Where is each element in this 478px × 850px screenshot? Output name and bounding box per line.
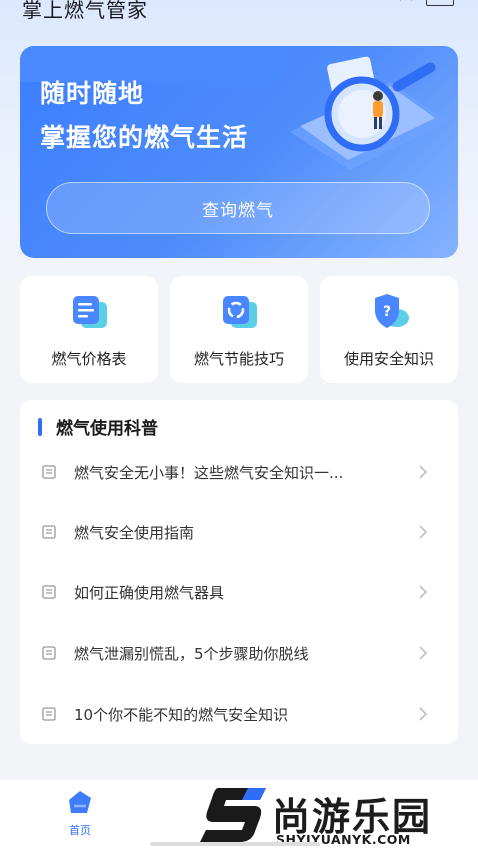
nav-home-label: 首页 <box>69 824 91 837</box>
price-list-icon <box>73 296 107 328</box>
document-icon <box>42 585 56 599</box>
watermark: 尚游乐园 SHYIYUANYK.COM <box>198 784 478 850</box>
home-indicator <box>150 842 320 846</box>
articles-header: 燃气使用科普 <box>38 414 158 439</box>
query-gas-button[interactable]: 查询燃气 <box>46 182 430 234</box>
chevron-right-icon <box>419 465 428 479</box>
document-icon <box>42 707 56 721</box>
hero-headline-2: 掌握您的燃气生活 <box>40 123 249 152</box>
card-energy-saving[interactable]: 燃气节能技巧 <box>170 276 308 383</box>
chevron-right-icon <box>419 525 428 539</box>
battery-icon <box>426 0 454 6</box>
nav-home-tab[interactable]: 首页 <box>52 788 108 844</box>
chevron-right-icon <box>419 585 428 599</box>
article-title: 燃气安全使用指南 <box>74 523 195 542</box>
card-gas-price[interactable]: 燃气价格表 <box>20 276 158 383</box>
section-accent-bar <box>38 417 42 436</box>
chevron-right-icon <box>419 707 428 721</box>
document-icon <box>42 465 56 479</box>
magnifier-illustration-icon <box>290 56 448 170</box>
card-label: 使用安全知识 <box>343 350 434 368</box>
shield-question-icon: ? <box>375 294 409 328</box>
card-safety-knowledge[interactable]: ? 使用安全知识 <box>320 276 458 383</box>
recycle-icon <box>223 296 257 328</box>
article-title: 燃气安全无小事！这些燃气安全知识一... <box>74 463 344 482</box>
hero-banner: 随时随地 掌握您的燃气生活 查询燃气 <box>20 46 458 258</box>
article-title: 燃气泄漏别慌乱，5个步骤助你脱线 <box>74 644 309 663</box>
chevron-right-icon <box>419 646 428 660</box>
app-title: 掌上燃气管家 <box>22 0 148 22</box>
document-icon <box>42 646 56 660</box>
svg-text:?: ? <box>383 304 391 320</box>
article-row[interactable]: 10个你不能不知的燃气安全知识 <box>20 694 458 734</box>
document-icon <box>42 525 56 539</box>
articles-panel: 燃气使用科普 燃气安全无小事！这些燃气安全知识一... 燃气安全使用指南 如何正… <box>20 400 458 744</box>
articles-title: 燃气使用科普 <box>56 419 158 439</box>
article-title: 10个你不能不知的燃气安全知识 <box>74 705 289 724</box>
watermark-s-logo-icon <box>200 788 266 842</box>
article-title: 如何正确使用燃气器具 <box>74 583 225 602</box>
hero-headline-1: 随时随地 <box>40 79 145 108</box>
card-label: 燃气价格表 <box>51 350 127 368</box>
card-label: 燃气节能技巧 <box>193 350 284 368</box>
article-row[interactable]: 如何正确使用燃气器具 <box>20 572 458 612</box>
article-row[interactable]: 燃气泄漏别慌乱，5个步骤助你脱线 <box>20 633 458 673</box>
wifi-icon <box>400 0 412 5</box>
article-row[interactable]: 燃气安全无小事！这些燃气安全知识一... <box>20 452 458 492</box>
status-bar <box>400 0 454 6</box>
home-icon <box>69 791 91 813</box>
article-row[interactable]: 燃气安全使用指南 <box>20 512 458 552</box>
